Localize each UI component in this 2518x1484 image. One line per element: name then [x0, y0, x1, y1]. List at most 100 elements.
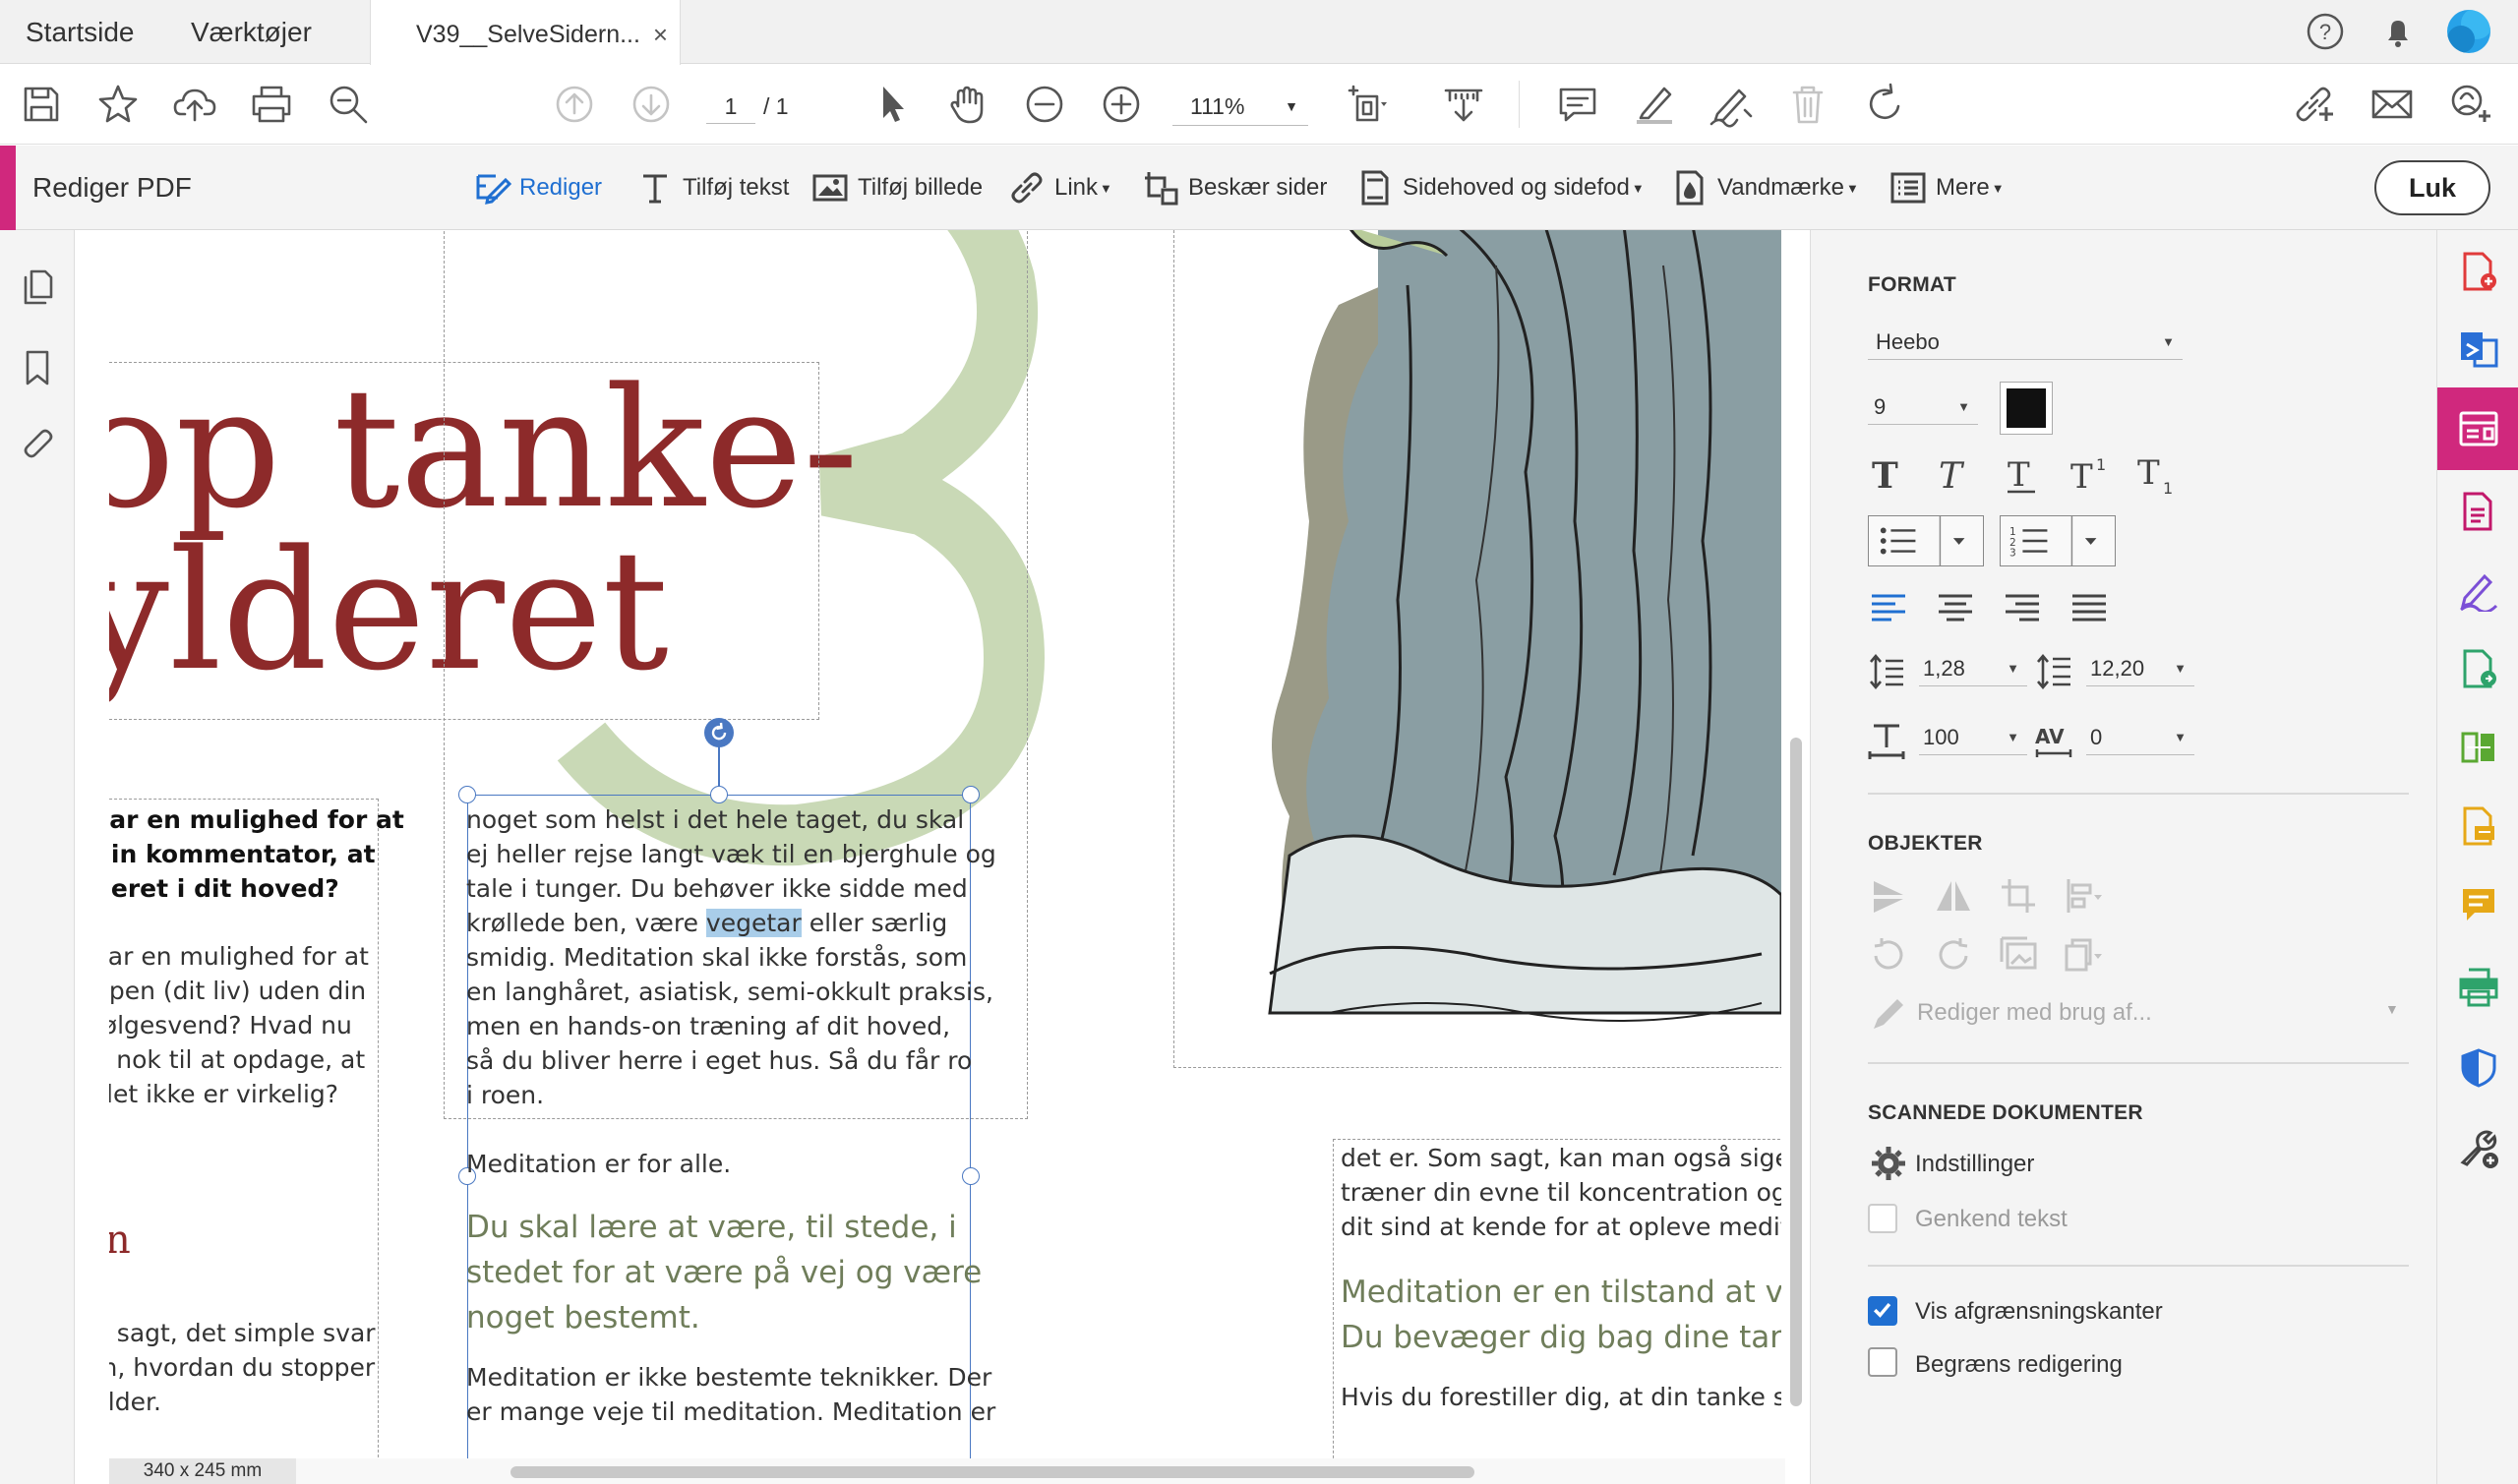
comment-tool-icon[interactable]: [2457, 804, 2500, 848]
add-user-icon[interactable]: [2445, 81, 2492, 128]
align-center-icon[interactable]: [1935, 586, 1976, 627]
character-spacing-value: 0: [2090, 725, 2103, 749]
tab-tools[interactable]: Værktøjer: [191, 0, 312, 64]
bullet-list-button[interactable]: [1868, 515, 1984, 566]
selected-text-content[interactable]: noget som helst i det hele taget, du ska…: [466, 802, 996, 1429]
show-bounds-label: Vis afgrænsningskanter: [1915, 1298, 2163, 1325]
font-family-select[interactable]: Heebo ▼: [1868, 325, 2183, 360]
add-image-button[interactable]: Tilføj billede: [810, 146, 983, 230]
print-icon[interactable]: [248, 81, 295, 128]
tab-home[interactable]: Startside: [26, 0, 135, 64]
flip-vertical-icon[interactable]: [1868, 875, 1909, 917]
resize-handle[interactable]: [710, 786, 728, 803]
text-color-swatch[interactable]: [2000, 382, 2053, 435]
scroll-mode-icon[interactable]: [1440, 81, 1487, 128]
page-number-input[interactable]: 1: [706, 89, 755, 124]
crop-image-icon[interactable]: [1998, 875, 2039, 917]
arrange-icon[interactable]: [2063, 934, 2104, 976]
show-bounds-checkbox[interactable]: [1868, 1296, 1897, 1326]
superscript-icon[interactable]: T1: [2068, 454, 2110, 496]
edit-with-label[interactable]: Rediger med brug af...: [1917, 999, 2152, 1027]
rotate-right-icon[interactable]: [1933, 934, 1974, 976]
replace-image-icon[interactable]: [1998, 934, 2039, 976]
zoom-in-icon[interactable]: [1098, 81, 1145, 128]
line-spacing-select[interactable]: 1,28 ▼: [1919, 651, 2027, 686]
search-zoom-icon[interactable]: [325, 81, 372, 128]
selected-word[interactable]: vegetar: [705, 909, 802, 937]
delete-icon[interactable]: [1784, 81, 1831, 128]
subscript-icon[interactable]: T1: [2135, 454, 2177, 496]
bookmark-icon[interactable]: [18, 348, 57, 387]
page-down-icon[interactable]: [628, 81, 675, 128]
export-pdf-icon[interactable]: [2457, 490, 2500, 533]
rotate-handle[interactable]: [704, 718, 734, 747]
watermark-button[interactable]: Vandmærke ▼: [1670, 146, 1859, 230]
flip-horizontal-icon[interactable]: [1933, 875, 1974, 917]
more-button[interactable]: Mere ▼: [1888, 146, 2005, 230]
attachment-icon[interactable]: [18, 427, 57, 466]
help-icon[interactable]: ?: [2306, 12, 2345, 51]
font-size-select[interactable]: 9 ▼: [1868, 389, 1978, 425]
settings-label[interactable]: Indstillinger: [1915, 1151, 2034, 1178]
hand-icon[interactable]: [944, 81, 991, 128]
more-tools-wrench-icon[interactable]: [2457, 1127, 2500, 1170]
pages-thumbnail-icon[interactable]: [18, 267, 57, 307]
upload-icon[interactable]: [171, 81, 218, 128]
sign-icon[interactable]: [1708, 81, 1755, 128]
combine-files-icon[interactable]: [2457, 326, 2500, 370]
section-divider: [1868, 793, 2409, 795]
add-text-button[interactable]: Tilføj tekst: [635, 146, 789, 230]
share-link-icon[interactable]: [2290, 81, 2337, 128]
rotate-left-icon[interactable]: [1868, 934, 1909, 976]
edit-button[interactable]: Rediger: [472, 146, 602, 230]
notification-bell-icon[interactable]: [2378, 12, 2418, 51]
edit-pdf-icon[interactable]: [2457, 407, 2500, 450]
organize-pages-icon[interactable]: [2457, 726, 2500, 769]
close-tab-icon[interactable]: ×: [653, 0, 668, 69]
resize-handle[interactable]: [962, 786, 980, 803]
comment-icon[interactable]: [1554, 81, 1601, 128]
gear-icon[interactable]: [1868, 1143, 1909, 1184]
scrollbar-thumb[interactable]: [1790, 738, 1802, 1406]
select-arrow-icon[interactable]: [868, 81, 915, 128]
resize-handle[interactable]: [458, 786, 476, 803]
horizontal-scrollbar[interactable]: [109, 1458, 1785, 1484]
align-right-icon[interactable]: [2002, 586, 2043, 627]
align-objects-icon[interactable]: [2063, 875, 2104, 917]
create-pdf-icon[interactable]: [2457, 250, 2500, 293]
tab-document[interactable]: V39__SelveSidern... ×: [370, 0, 681, 65]
numbered-list-button[interactable]: 123: [2000, 515, 2116, 566]
character-spacing-select[interactable]: 0 ▼: [2086, 720, 2194, 755]
rotate-icon[interactable]: [1861, 81, 1908, 128]
page-up-icon[interactable]: [551, 81, 598, 128]
save-icon[interactable]: [18, 81, 65, 128]
highlight-icon[interactable]: [1631, 81, 1678, 128]
paragraph-spacing-select[interactable]: 12,20 ▼: [2086, 651, 2194, 686]
send-for-signature-icon[interactable]: [2457, 647, 2500, 690]
restrict-editing-checkbox[interactable]: [1868, 1347, 1897, 1377]
align-left-icon[interactable]: [1868, 586, 1909, 627]
crop-pages-button[interactable]: Beskær sider: [1141, 146, 1327, 230]
italic-icon[interactable]: T: [1935, 454, 1976, 496]
document-view[interactable]: 3 op tanke- ylderet var en mulighed for …: [76, 230, 1810, 1484]
sticky-note-icon[interactable]: [2457, 883, 2500, 926]
bold-icon[interactable]: T: [1868, 454, 1909, 496]
zoom-out-icon[interactable]: [1021, 81, 1068, 128]
justify-icon[interactable]: [2068, 586, 2110, 627]
fill-sign-icon[interactable]: [2457, 568, 2500, 612]
close-edit-button[interactable]: Luk: [2374, 160, 2490, 215]
scrollbar-thumb[interactable]: [510, 1466, 1474, 1478]
zoom-select[interactable]: 111% ▼: [1172, 87, 1308, 126]
protect-shield-icon[interactable]: [2457, 1046, 2500, 1090]
recognize-text-checkbox[interactable]: [1868, 1204, 1897, 1233]
fit-page-icon[interactable]: [1344, 81, 1391, 128]
bookmark-star-icon[interactable]: [94, 81, 142, 128]
mail-icon[interactable]: [2368, 81, 2416, 128]
horizontal-scale-select[interactable]: 100 ▼: [1919, 720, 2027, 755]
avatar[interactable]: [2447, 10, 2490, 53]
header-footer-button[interactable]: Sidehoved og sidefod ▼: [1355, 146, 1645, 230]
link-button[interactable]: Link ▼: [1007, 146, 1112, 230]
print-production-icon[interactable]: [2457, 966, 2500, 1009]
underline-icon[interactable]: T: [2002, 454, 2043, 496]
vertical-scrollbar[interactable]: [1787, 230, 1807, 1484]
